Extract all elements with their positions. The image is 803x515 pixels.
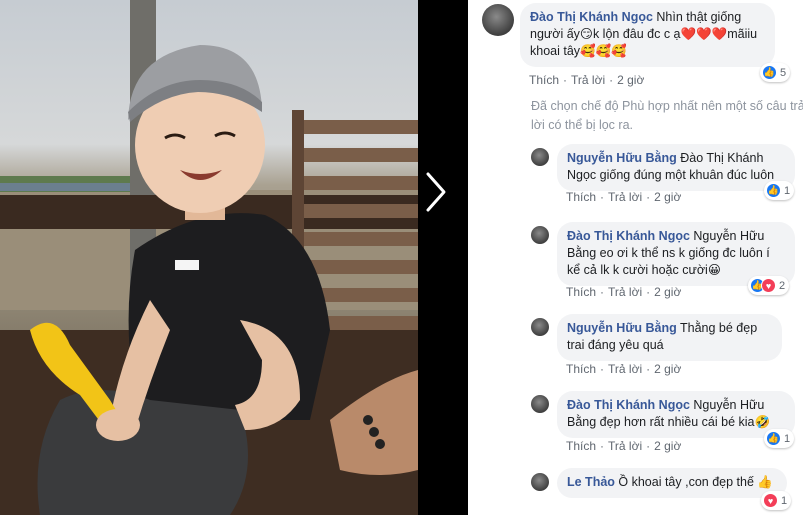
like-reaction-icon: 👍 <box>766 183 781 198</box>
comment-bubble: Đào Thị Khánh Ngọc Nhìn thật giống người… <box>520 3 775 67</box>
rofl-emoji: 🤣 <box>754 415 771 429</box>
reaction-summary[interactable]: 👍 1 <box>764 429 795 448</box>
reaction-count: 1 <box>781 494 788 507</box>
grinning-emoji: 😀 <box>707 263 721 277</box>
like-link[interactable]: Thích <box>566 362 596 376</box>
photo[interactable] <box>0 0 418 515</box>
reaction-summary[interactable]: 👍 1 <box>764 181 795 200</box>
reply-link[interactable]: Trả lời <box>571 73 605 87</box>
love-reaction-icon: ♥ <box>763 493 778 508</box>
avatar[interactable] <box>531 226 549 244</box>
heart-emoji: ❤️❤️❤️ <box>680 27 728 41</box>
reply-link[interactable]: Trả lời <box>608 190 642 204</box>
reaction-summary[interactable]: 👍 ♥ 2 <box>748 276 790 295</box>
comment-bubble: Đào Thị Khánh Ngọc Nguyễn Hữu Bằng đẹp h… <box>557 391 795 438</box>
comment-actions: Thích · Trả lời · 2 giờ <box>529 73 645 87</box>
avatar[interactable] <box>482 4 514 36</box>
reply-item: Đào Thị Khánh Ngọc Nguyễn Hữu Bằng eo ơi… <box>468 220 803 305</box>
comment-actions: Thích · Trả lời · 2 giờ <box>566 285 682 299</box>
reaction-count: 1 <box>784 184 791 197</box>
photo-viewer <box>0 0 468 515</box>
avatar[interactable] <box>531 395 549 413</box>
timestamp[interactable]: 2 giờ <box>617 73 644 87</box>
avatar[interactable] <box>531 148 549 166</box>
comment-bubble: Le Thảo Ồ khoai tây ,con đẹp thế 👍 <box>557 468 787 498</box>
avatar[interactable] <box>531 318 549 336</box>
comment-author[interactable]: Le Thảo <box>567 475 615 489</box>
thumbs-up-emoji: 👍 <box>757 475 773 489</box>
reply-item: Nguyễn Hữu Bằng Thằng bé đẹp trai đáng y… <box>468 312 803 382</box>
reaction-summary[interactable]: ♥ 1 <box>761 491 792 510</box>
like-link[interactable]: Thích <box>566 285 596 299</box>
like-reaction-icon: 👍 <box>762 65 777 80</box>
chevron-right-icon <box>426 172 446 212</box>
comment-bubble: Nguyễn Hữu Bằng Đào Thị Khánh Ngọc giống… <box>557 144 795 191</box>
comment-actions: Thích · Trả lời · 2 giờ <box>566 190 682 204</box>
timestamp[interactable]: 2 giờ <box>654 439 681 453</box>
like-reaction-icon: 👍 <box>766 431 781 446</box>
like-link[interactable]: Thích <box>529 73 559 87</box>
reply-link[interactable]: Trả lời <box>608 285 642 299</box>
timestamp[interactable]: 2 giờ <box>654 285 681 299</box>
comment-actions: Thích · Trả lời · 2 giờ <box>566 439 682 453</box>
comment-author[interactable]: Nguyễn Hữu Bằng <box>567 151 677 165</box>
reaction-count: 2 <box>779 279 786 292</box>
filter-notice: Đã chọn chế độ Phù hợp nhất nên một số c… <box>531 99 803 132</box>
comment-author[interactable]: Đào Thị Khánh Ngọc <box>567 229 690 243</box>
comment-author[interactable]: Đào Thị Khánh Ngọc <box>530 10 653 24</box>
timestamp[interactable]: 2 giờ <box>654 362 681 376</box>
like-link[interactable]: Thích <box>566 439 596 453</box>
comment-text: Ồ khoai tây ,con đẹp thế <box>618 475 754 489</box>
reaction-summary[interactable]: 👍 5 <box>760 63 791 82</box>
avatar[interactable] <box>531 473 549 491</box>
comment-bubble: Nguyễn Hữu Bằng Thằng bé đẹp trai đáng y… <box>557 314 782 361</box>
reply-item: Nguyễn Hữu Bằng Đào Thị Khánh Ngọc giống… <box>468 140 803 210</box>
reply-link[interactable]: Trả lời <box>608 439 642 453</box>
reply-link[interactable]: Trả lời <box>608 362 642 376</box>
comment-author[interactable]: Đào Thị Khánh Ngọc <box>567 398 690 412</box>
comment-actions: Thích · Trả lời · 2 giờ <box>566 362 682 376</box>
like-link[interactable]: Thích <box>566 190 596 204</box>
comment-text: k lộn đâu đc c ạ <box>592 27 681 41</box>
reaction-count: 1 <box>784 432 791 445</box>
timestamp[interactable]: 2 giờ <box>654 190 681 204</box>
love-reaction-icon: ♥ <box>761 278 776 293</box>
smirk-emoji: 😏 <box>579 27 593 41</box>
reply-item: Đào Thị Khánh Ngọc Nguyễn Hữu Bằng đẹp h… <box>468 389 803 459</box>
comment-item: Đào Thị Khánh Ngọc Nhìn thật giống người… <box>468 0 803 95</box>
photo-illustration <box>0 0 418 515</box>
reaction-count: 5 <box>780 66 787 79</box>
smiling-hearts-emoji: 🥰🥰🥰 <box>580 44 627 58</box>
next-photo-button[interactable] <box>420 170 450 214</box>
comment-author[interactable]: Nguyễn Hữu Bằng <box>567 321 677 335</box>
comments-panel: Đào Thị Khánh Ngọc Nhìn thật giống người… <box>468 0 803 515</box>
reply-item: Le Thảo Ồ khoai tây ,con đẹp thế 👍 ♥ 1 <box>468 466 803 515</box>
